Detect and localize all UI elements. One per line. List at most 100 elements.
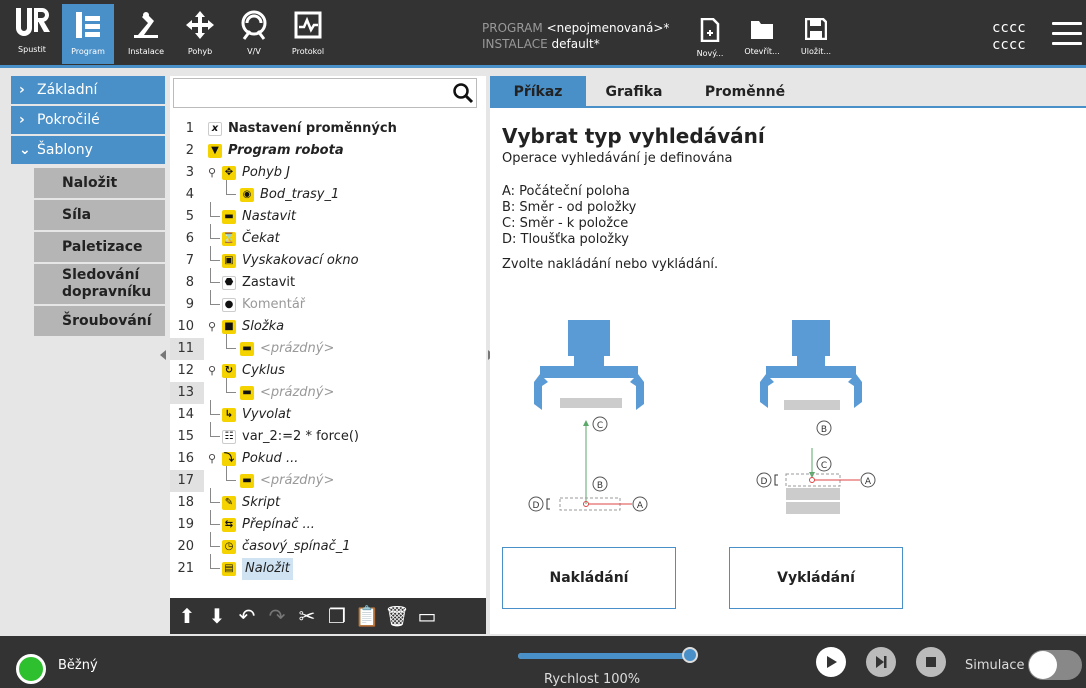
tree-row[interactable]: 10 ⚲ ■ Složka bbox=[170, 316, 486, 338]
nav-installation-label: Instalace bbox=[127, 47, 165, 56]
nav-installation-button[interactable]: Instalace bbox=[120, 4, 172, 64]
label-a: A bbox=[637, 501, 644, 511]
speed-slider-fill bbox=[518, 653, 690, 659]
sidebar-item-label: Paletizace bbox=[62, 238, 143, 255]
run-label: Spustit bbox=[18, 45, 46, 54]
play-icon bbox=[827, 656, 837, 668]
nav-move-button[interactable]: Pohyb bbox=[174, 4, 226, 64]
sidebar-item-label: Síla bbox=[62, 206, 92, 223]
sidebar-template-conveyor-tracking[interactable]: Sledování dopravníku bbox=[34, 264, 165, 304]
subtitle: Operace vyhledávání je definována bbox=[502, 151, 733, 166]
tree-row[interactable]: 15 ☷ var_2:=2 * force() bbox=[170, 422, 486, 448]
sidebar-item-label: Šroubování bbox=[62, 312, 152, 329]
program-icon bbox=[62, 4, 114, 46]
sidebar-category-advanced[interactable]: › Pokročilé bbox=[11, 106, 165, 134]
speed-label: Rychlost 100% bbox=[544, 672, 641, 687]
new-program-button[interactable]: Nový... bbox=[688, 17, 732, 62]
paste-icon[interactable]: 📋 bbox=[352, 601, 382, 631]
label-a2: A bbox=[865, 477, 872, 487]
move-arrows-icon bbox=[174, 4, 226, 46]
delete-icon[interactable]: 🗑 bbox=[382, 601, 412, 631]
menu-icon[interactable] bbox=[1052, 22, 1082, 46]
installation-key: INSTALACE bbox=[482, 37, 548, 51]
cut-icon[interactable]: ✂ bbox=[292, 601, 322, 631]
unloading-button[interactable]: Vykládání bbox=[729, 547, 903, 609]
new-label: Nový... bbox=[696, 49, 724, 58]
loading-illustration: C B A D bbox=[528, 320, 648, 512]
nav-program-label: Program bbox=[71, 47, 105, 56]
copy-icon[interactable]: ❐ bbox=[322, 601, 352, 631]
play-button[interactable] bbox=[816, 647, 846, 677]
script-icon: ✎ bbox=[222, 496, 236, 510]
sidebar-category-templates[interactable]: ⌄ Šablony bbox=[11, 136, 165, 164]
search-icon[interactable] bbox=[452, 82, 474, 104]
program-robot-icon: ▼ bbox=[208, 144, 222, 158]
expand-pin-icon[interactable]: ⚲ bbox=[208, 448, 216, 470]
unloading-illustration: B C A D bbox=[756, 320, 876, 514]
expand-pin-icon[interactable]: ⚲ bbox=[208, 316, 216, 338]
loop-icon: ↻ bbox=[222, 364, 236, 378]
empty-placeholder-icon: ▬ bbox=[240, 474, 254, 488]
open-program-button[interactable]: Otevřít... bbox=[740, 18, 784, 62]
tree-row[interactable]: 3 ⚲ ✥ Pohyb J bbox=[170, 162, 486, 184]
expand-pin-icon[interactable]: ⚲ bbox=[208, 162, 216, 184]
sidebar-template-palletizing[interactable]: Paletizace bbox=[34, 232, 165, 262]
save-label: Uložit... bbox=[800, 47, 832, 56]
if-icon: ⤵ bbox=[222, 452, 236, 466]
tab-command[interactable]: Příkaz bbox=[490, 76, 586, 108]
instruction: Zvolte nakládání nebo vykládání. bbox=[502, 257, 719, 272]
expand-pin-icon[interactable]: ⚲ bbox=[208, 360, 216, 382]
halt-icon: ⬣ bbox=[222, 276, 236, 290]
tree-row[interactable]: 1 x Nastavení proměnných bbox=[170, 118, 486, 140]
assignment-icon: ☷ bbox=[222, 430, 236, 444]
sidebar-category-basic[interactable]: › Základní bbox=[11, 76, 165, 104]
tree-row[interactable]: 11 ▬ <prázdný> bbox=[170, 334, 486, 360]
robot-status-icon[interactable] bbox=[16, 654, 46, 684]
io-icon bbox=[228, 4, 280, 46]
sidebar-template-screwdriving[interactable]: Šroubování bbox=[34, 306, 165, 336]
step-button[interactable] bbox=[866, 647, 896, 677]
loading-button[interactable]: Nakládání bbox=[502, 547, 676, 609]
empty-placeholder-icon: ▬ bbox=[240, 342, 254, 356]
nav-io-button[interactable]: V/V bbox=[228, 4, 280, 64]
page-title: Vybrat typ vyhledávání bbox=[502, 124, 765, 148]
sidebar-template-force[interactable]: Síla bbox=[34, 200, 165, 230]
speed-slider-handle[interactable] bbox=[682, 647, 698, 663]
collapse-left-icon[interactable] bbox=[158, 347, 168, 361]
tab-graphics[interactable]: Grafika bbox=[586, 76, 682, 108]
timer-icon: ◷ bbox=[222, 540, 236, 554]
chevron-down-icon: ⌄ bbox=[19, 142, 31, 158]
undo-icon[interactable]: ↶ bbox=[232, 601, 262, 631]
label-b: B bbox=[597, 481, 603, 491]
pallet-load-icon: ▤ bbox=[222, 562, 236, 576]
tab-bar: Příkaz Grafika Proměnné bbox=[490, 76, 1086, 108]
nav-log-button[interactable]: Protokol bbox=[282, 4, 334, 64]
nav-program-button[interactable]: Program bbox=[62, 4, 114, 64]
user-line-1: cccc bbox=[992, 20, 1026, 36]
user-info: cccc cccc bbox=[992, 20, 1026, 54]
tree-row-selected[interactable]: 21 ▤ Naložit bbox=[170, 554, 486, 580]
simulation-toggle[interactable] bbox=[1028, 650, 1082, 680]
tree-row[interactable]: 12 ⚲ ↻ Cyklus bbox=[170, 360, 486, 382]
tab-variables[interactable]: Proměnné bbox=[690, 76, 800, 108]
stop-button[interactable] bbox=[916, 647, 946, 677]
redo-icon[interactable]: ↷ bbox=[262, 601, 292, 631]
sidebar-category-label: Pokročilé bbox=[37, 112, 100, 128]
run-button[interactable]: Spustit bbox=[8, 4, 56, 64]
suppress-icon[interactable]: ▭ bbox=[412, 601, 442, 631]
tree-toolbar: ⬆ ⬇ ↶ ↷ ✂ ❐ 📋 🗑 ▭ bbox=[170, 598, 486, 634]
folder-icon: ■ bbox=[222, 320, 236, 334]
sidebar-template-pallet-load[interactable]: Naložit bbox=[34, 168, 165, 198]
sidebar-category-label: Šablony bbox=[37, 142, 93, 158]
label-b2: B bbox=[821, 425, 827, 435]
save-program-button[interactable]: Uložit... bbox=[794, 17, 838, 62]
tree-search-input[interactable] bbox=[173, 78, 477, 108]
tree-row[interactable]: 9 ● Komentář bbox=[170, 290, 486, 316]
nav-log-label: Protokol bbox=[291, 47, 325, 56]
legend-b: B: Směr - od položky bbox=[502, 200, 637, 215]
set-icon: ▬ bbox=[222, 210, 236, 224]
tree-row[interactable]: 16 ⚲ ⤵ Pokud ... bbox=[170, 448, 486, 470]
move-down-icon[interactable]: ⬇ bbox=[202, 601, 232, 631]
tree-row[interactable]: 2 ▼ Program robota bbox=[170, 140, 486, 162]
move-up-icon[interactable]: ⬆ bbox=[172, 601, 202, 631]
